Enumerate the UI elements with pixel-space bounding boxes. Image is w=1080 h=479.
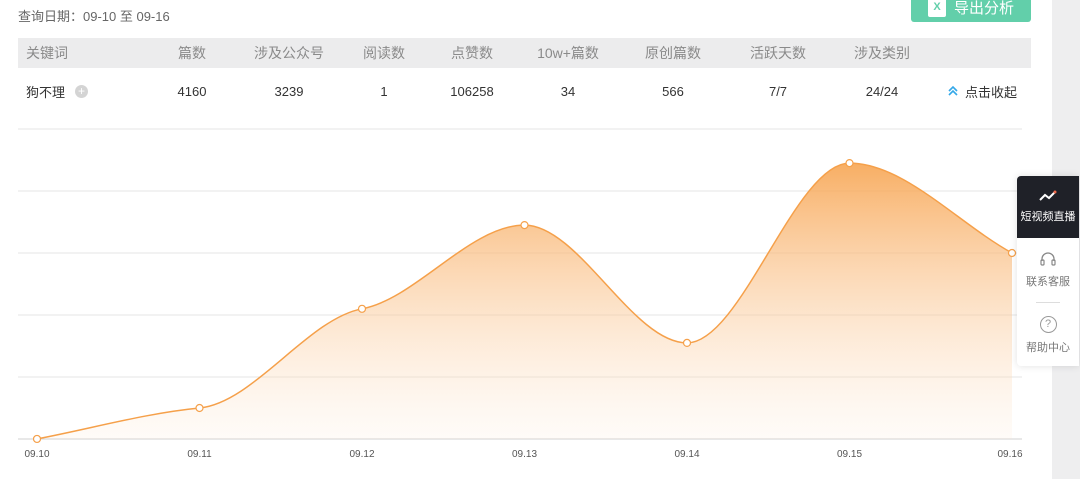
headset-icon <box>1040 252 1056 266</box>
header-likes: 点赞数 <box>451 45 493 61</box>
keyword-cell: 狗不理 + <box>26 69 89 113</box>
header-accounts: 涉及公众号 <box>254 45 324 61</box>
10w-count-value: 34 <box>560 83 576 99</box>
x-tick-label: 09.12 <box>349 449 374 460</box>
header-active-days: 活跃天数 <box>750 45 806 61</box>
x-tick-label: 09.15 <box>837 449 862 460</box>
x-tick-label: 09.11 <box>187 449 212 460</box>
data-point[interactable] <box>195 403 204 413</box>
x-tick-label: 09.14 <box>674 449 699 460</box>
header-keyword: 关键词 <box>26 45 68 61</box>
active-days-value: 7/7 <box>768 83 788 99</box>
accounts-value: 3239 <box>274 83 304 99</box>
header-categories: 涉及类别 <box>854 45 910 61</box>
categories-value: 24/24 <box>865 83 899 99</box>
short-video-live-label: 短视频直播 <box>1020 211 1076 223</box>
data-point[interactable] <box>357 304 367 313</box>
data-point[interactable] <box>845 158 854 168</box>
collapse-button[interactable]: 点击收起 <box>947 69 1017 113</box>
date-range-label: 查询日期：09-10 至 09-16 <box>18 9 170 24</box>
data-point[interactable] <box>520 220 529 230</box>
header-article-count: 篇数 <box>178 45 206 61</box>
reads-value: 1 <box>380 83 388 99</box>
side-panel: 短视频直播 联系客服 ? 帮助中心 <box>1017 176 1079 366</box>
header-10w-count: 10w+篇数 <box>537 45 599 61</box>
table-header: 关键词 篇数 涉及公众号 阅读数 点赞数 10w+篇数 原创篇数 活跃天数 涉及… <box>18 38 1031 68</box>
help-center-button[interactable]: ? 帮助中心 <box>1017 303 1079 366</box>
data-point[interactable] <box>682 338 692 347</box>
trend-line-icon <box>1039 190 1057 201</box>
contact-service-button[interactable]: 联系客服 <box>1017 238 1079 302</box>
question-icon: ? <box>1039 315 1057 333</box>
double-chevron-up-icon <box>948 85 958 96</box>
export-analysis-button[interactable]: X 导出分析 <box>911 0 1031 22</box>
original-count-value: 566 <box>662 83 684 99</box>
add-icon[interactable]: + <box>75 84 89 98</box>
collapse-label: 点击收起 <box>964 84 1018 100</box>
help-center-label: 帮助中心 <box>1026 341 1070 354</box>
table-row: 狗不理 + 4160 3239 1 106258 34 566 7/7 24/2… <box>18 69 1031 113</box>
header-original-count: 原创篇数 <box>645 45 701 61</box>
excel-icon: X <box>927 0 946 17</box>
data-point[interactable] <box>32 434 42 444</box>
x-tick-label: 09.16 <box>997 449 1022 460</box>
export-analysis-label: 导出分析 <box>953 0 1014 17</box>
header-reads: 阅读数 <box>363 45 405 61</box>
x-tick-label: 09.10 <box>24 449 49 460</box>
short-video-live-button[interactable]: 短视频直播 <box>1017 176 1079 238</box>
contact-service-label: 联系客服 <box>1026 276 1070 288</box>
data-point[interactable] <box>1007 248 1017 258</box>
keyword-value: 狗不理 <box>26 84 66 100</box>
area-fill <box>37 163 1012 439</box>
likes-value: 106258 <box>450 83 494 99</box>
article-count-value: 4160 <box>177 83 207 99</box>
trend-chart: 09.10 09.11 09.12 09.13 09.14 09.15 09.16 <box>18 128 1023 460</box>
x-tick-label: 09.13 <box>512 449 537 460</box>
